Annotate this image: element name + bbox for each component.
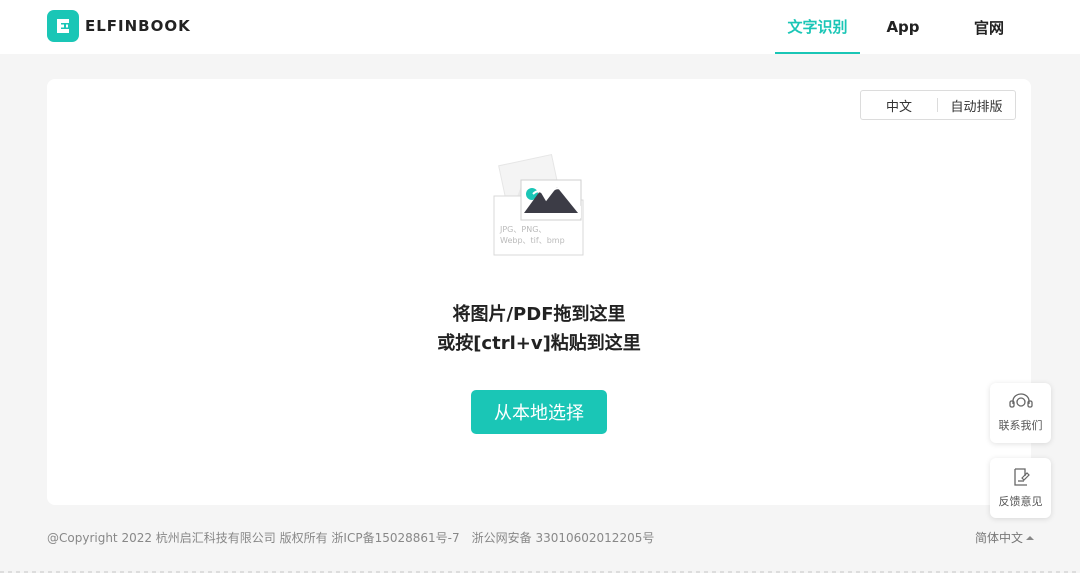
- upload-formats-line2: Webp、tif、bmp: [500, 236, 565, 245]
- language-label: 简体中文: [975, 531, 1024, 545]
- layout-option[interactable]: 自动排版: [938, 96, 1015, 115]
- feedback-label: 反馈意见: [998, 495, 1043, 508]
- logo-e-icon: [47, 10, 79, 42]
- nav-app[interactable]: App: [872, 0, 934, 54]
- choose-local-file-button[interactable]: 从本地选择: [471, 390, 607, 434]
- copyright-text: @Copyright 2022 杭州启汇科技有限公司 版权所有 浙ICP备150…: [47, 530, 460, 545]
- image-upload-icon: JPG、PNG、 Webp、tif、bmp: [493, 153, 584, 256]
- edit-icon: [1013, 468, 1030, 486]
- logo-text: ELFINBOOK: [85, 17, 191, 35]
- feedback-button[interactable]: 反馈意见: [990, 458, 1051, 518]
- logo[interactable]: ELFINBOOK: [47, 9, 191, 43]
- top-header: ELFINBOOK 文字识别 App 官网: [0, 0, 1080, 54]
- caret-up-icon: [1026, 535, 1035, 540]
- recognition-options: 中文 自动排版: [860, 90, 1016, 120]
- nav-official-site[interactable]: 官网: [958, 0, 1020, 54]
- language-switcher[interactable]: 简体中文: [975, 529, 1035, 546]
- nav-text-recognition[interactable]: 文字识别: [775, 0, 860, 54]
- headset-icon: [1008, 393, 1033, 408]
- drop-instruction: 将图片/PDF拖到这里: [452, 304, 626, 325]
- contact-us-button[interactable]: 联系我们: [990, 383, 1051, 443]
- police-registration-link[interactable]: 浙公网安备 33010602012205号: [472, 529, 655, 546]
- language-option[interactable]: 中文: [861, 96, 937, 115]
- upload-card[interactable]: 中文 自动排版 JPG、PNG、 Webp、tif、bmp 将图片/PDF拖到这…: [47, 79, 1031, 505]
- contact-us-label: 联系我们: [998, 419, 1043, 432]
- footer: @Copyright 2022 杭州启汇科技有限公司 版权所有 浙ICP备150…: [47, 529, 654, 545]
- upload-formats-line1: JPG、PNG、: [499, 225, 546, 234]
- paste-instruction: 或按[ctrl+v]粘贴到这里: [437, 333, 641, 354]
